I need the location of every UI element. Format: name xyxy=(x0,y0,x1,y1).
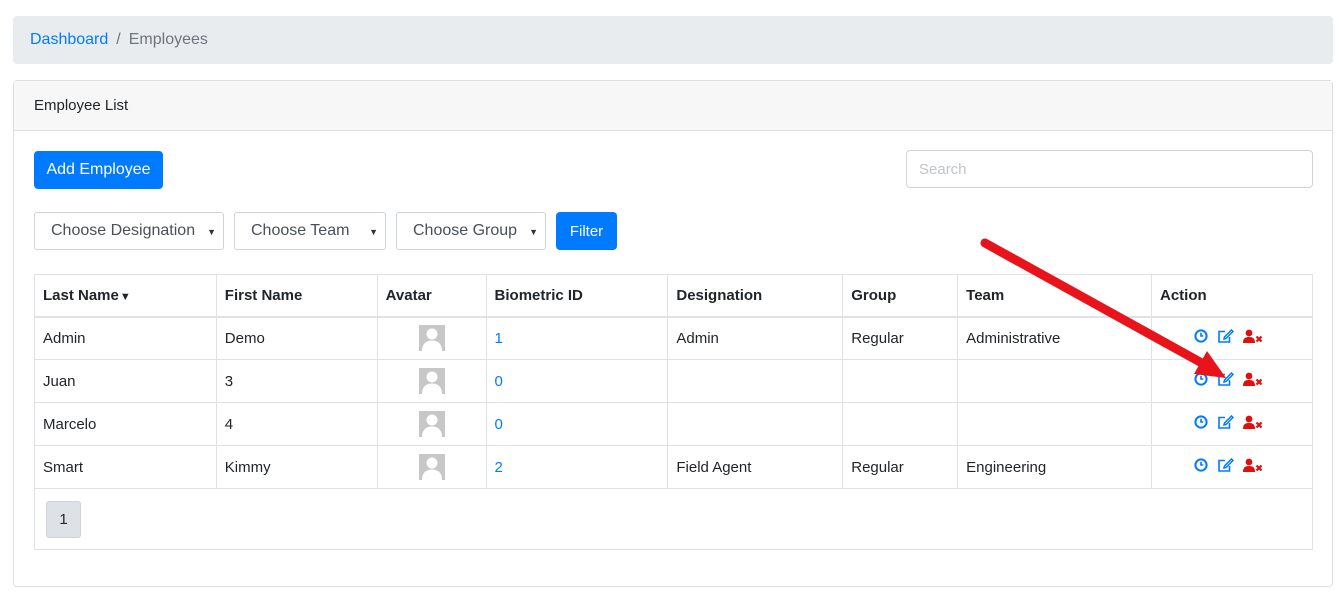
header-group[interactable]: Group xyxy=(842,274,959,318)
employee-list-card: Employee List Add Employee Choose Design… xyxy=(13,80,1333,587)
caret-down-icon: ▼ xyxy=(369,227,378,237)
cell-avatar xyxy=(376,359,487,403)
cell-team: Engineering xyxy=(957,445,1152,489)
breadcrumb-current: Employees xyxy=(128,31,208,48)
cell-actions xyxy=(1151,316,1313,360)
biometric-id-link[interactable]: 0 xyxy=(495,416,503,433)
cell-team: Administrative xyxy=(957,316,1152,360)
cell-first-name: 3 xyxy=(215,359,378,403)
cell-first-name: 4 xyxy=(215,402,378,446)
table-row: Smart Kimmy 2 Field Agent Regular Engineering xyxy=(34,445,1313,489)
biometric-id-link[interactable]: 0 xyxy=(495,373,503,390)
filter-button[interactable]: Filter xyxy=(556,212,617,250)
user-times-icon[interactable] xyxy=(1243,329,1263,348)
user-times-icon[interactable] xyxy=(1243,415,1263,434)
header-biometric-id[interactable]: Biometric ID xyxy=(485,274,669,318)
clock-icon[interactable] xyxy=(1194,458,1208,476)
breadcrumb-separator: / xyxy=(116,31,121,48)
designation-select[interactable]: Choose Designation ▼ xyxy=(34,212,224,250)
cell-designation: Admin xyxy=(667,316,844,360)
user-times-icon[interactable] xyxy=(1243,458,1263,477)
cell-avatar xyxy=(376,316,487,360)
header-avatar: Avatar xyxy=(376,274,487,318)
cell-designation xyxy=(667,359,844,403)
cell-biometric-id: 2 xyxy=(485,445,669,489)
cell-first-name: Kimmy xyxy=(215,445,378,489)
cell-last-name: Juan xyxy=(34,359,217,403)
caret-down-icon: ▼ xyxy=(119,290,131,303)
pagination-row: 1 xyxy=(34,488,1313,550)
cell-team xyxy=(957,402,1152,446)
group-select[interactable]: Choose Group ▼ xyxy=(396,212,546,250)
table-row: Marcelo 4 0 xyxy=(34,402,1313,446)
clock-icon[interactable] xyxy=(1194,329,1208,347)
cell-actions xyxy=(1151,445,1313,489)
cell-last-name: Marcelo xyxy=(34,402,217,446)
cell-last-name: Admin xyxy=(34,316,217,360)
header-last-name[interactable]: Last Name▼ xyxy=(34,274,217,318)
header-designation[interactable]: Designation xyxy=(667,274,844,318)
cell-first-name: Demo xyxy=(215,316,378,360)
table-header-row: Last Name▼ First Name Avatar Biometric I… xyxy=(34,274,1313,318)
cell-biometric-id: 1 xyxy=(485,316,669,360)
breadcrumb-dashboard-link[interactable]: Dashboard xyxy=(30,31,108,49)
table-row: Admin Demo 1 Admin Regular Administrative xyxy=(34,316,1313,360)
biometric-id-link[interactable]: 2 xyxy=(495,459,503,476)
clock-icon[interactable] xyxy=(1194,372,1208,390)
cell-avatar xyxy=(376,445,487,489)
team-select-value: Choose Team xyxy=(251,222,350,239)
card-title: Employee List xyxy=(34,97,129,114)
biometric-id-link[interactable]: 1 xyxy=(495,330,503,347)
edit-icon[interactable] xyxy=(1217,414,1235,434)
group-select-value: Choose Group xyxy=(413,222,518,239)
pagination: 1 xyxy=(34,488,1313,550)
avatar-placeholder-icon xyxy=(418,454,445,480)
cell-group xyxy=(842,359,959,403)
employee-table: Last Name▼ First Name Avatar Biometric I… xyxy=(34,274,1313,550)
edit-icon[interactable] xyxy=(1217,371,1235,391)
cell-avatar xyxy=(376,402,487,446)
cell-group xyxy=(842,402,959,446)
team-select[interactable]: Choose Team ▼ xyxy=(234,212,386,250)
clock-icon[interactable] xyxy=(1194,415,1208,433)
avatar-placeholder-icon xyxy=(418,368,445,394)
user-times-icon[interactable] xyxy=(1243,372,1263,391)
cell-team xyxy=(957,359,1152,403)
breadcrumb: Dashboard / Employees xyxy=(13,16,1333,64)
header-action: Action xyxy=(1151,274,1313,318)
edit-icon[interactable] xyxy=(1217,457,1235,477)
cell-actions xyxy=(1151,359,1313,403)
designation-select-value: Choose Designation xyxy=(51,222,196,239)
cell-actions xyxy=(1151,402,1313,446)
avatar-placeholder-icon xyxy=(418,325,445,352)
header-first-name[interactable]: First Name xyxy=(215,274,378,318)
header-team[interactable]: Team xyxy=(957,274,1152,318)
search-input[interactable] xyxy=(906,150,1313,188)
edit-icon[interactable] xyxy=(1217,328,1235,348)
avatar-placeholder-icon xyxy=(418,411,445,437)
caret-down-icon: ▼ xyxy=(529,227,538,237)
table-row: Juan 3 0 xyxy=(34,359,1313,403)
page-button[interactable]: 1 xyxy=(46,500,81,538)
cell-biometric-id: 0 xyxy=(485,402,669,446)
cell-designation: Field Agent xyxy=(667,445,844,489)
cell-last-name: Smart xyxy=(34,445,217,489)
cell-biometric-id: 0 xyxy=(485,359,669,403)
card-header: Employee List xyxy=(14,81,1332,131)
caret-down-icon: ▼ xyxy=(207,227,216,237)
cell-group: Regular xyxy=(842,445,959,489)
cell-designation xyxy=(667,402,844,446)
add-employee-button[interactable]: Add Employee xyxy=(34,151,163,189)
cell-group: Regular xyxy=(842,316,959,360)
